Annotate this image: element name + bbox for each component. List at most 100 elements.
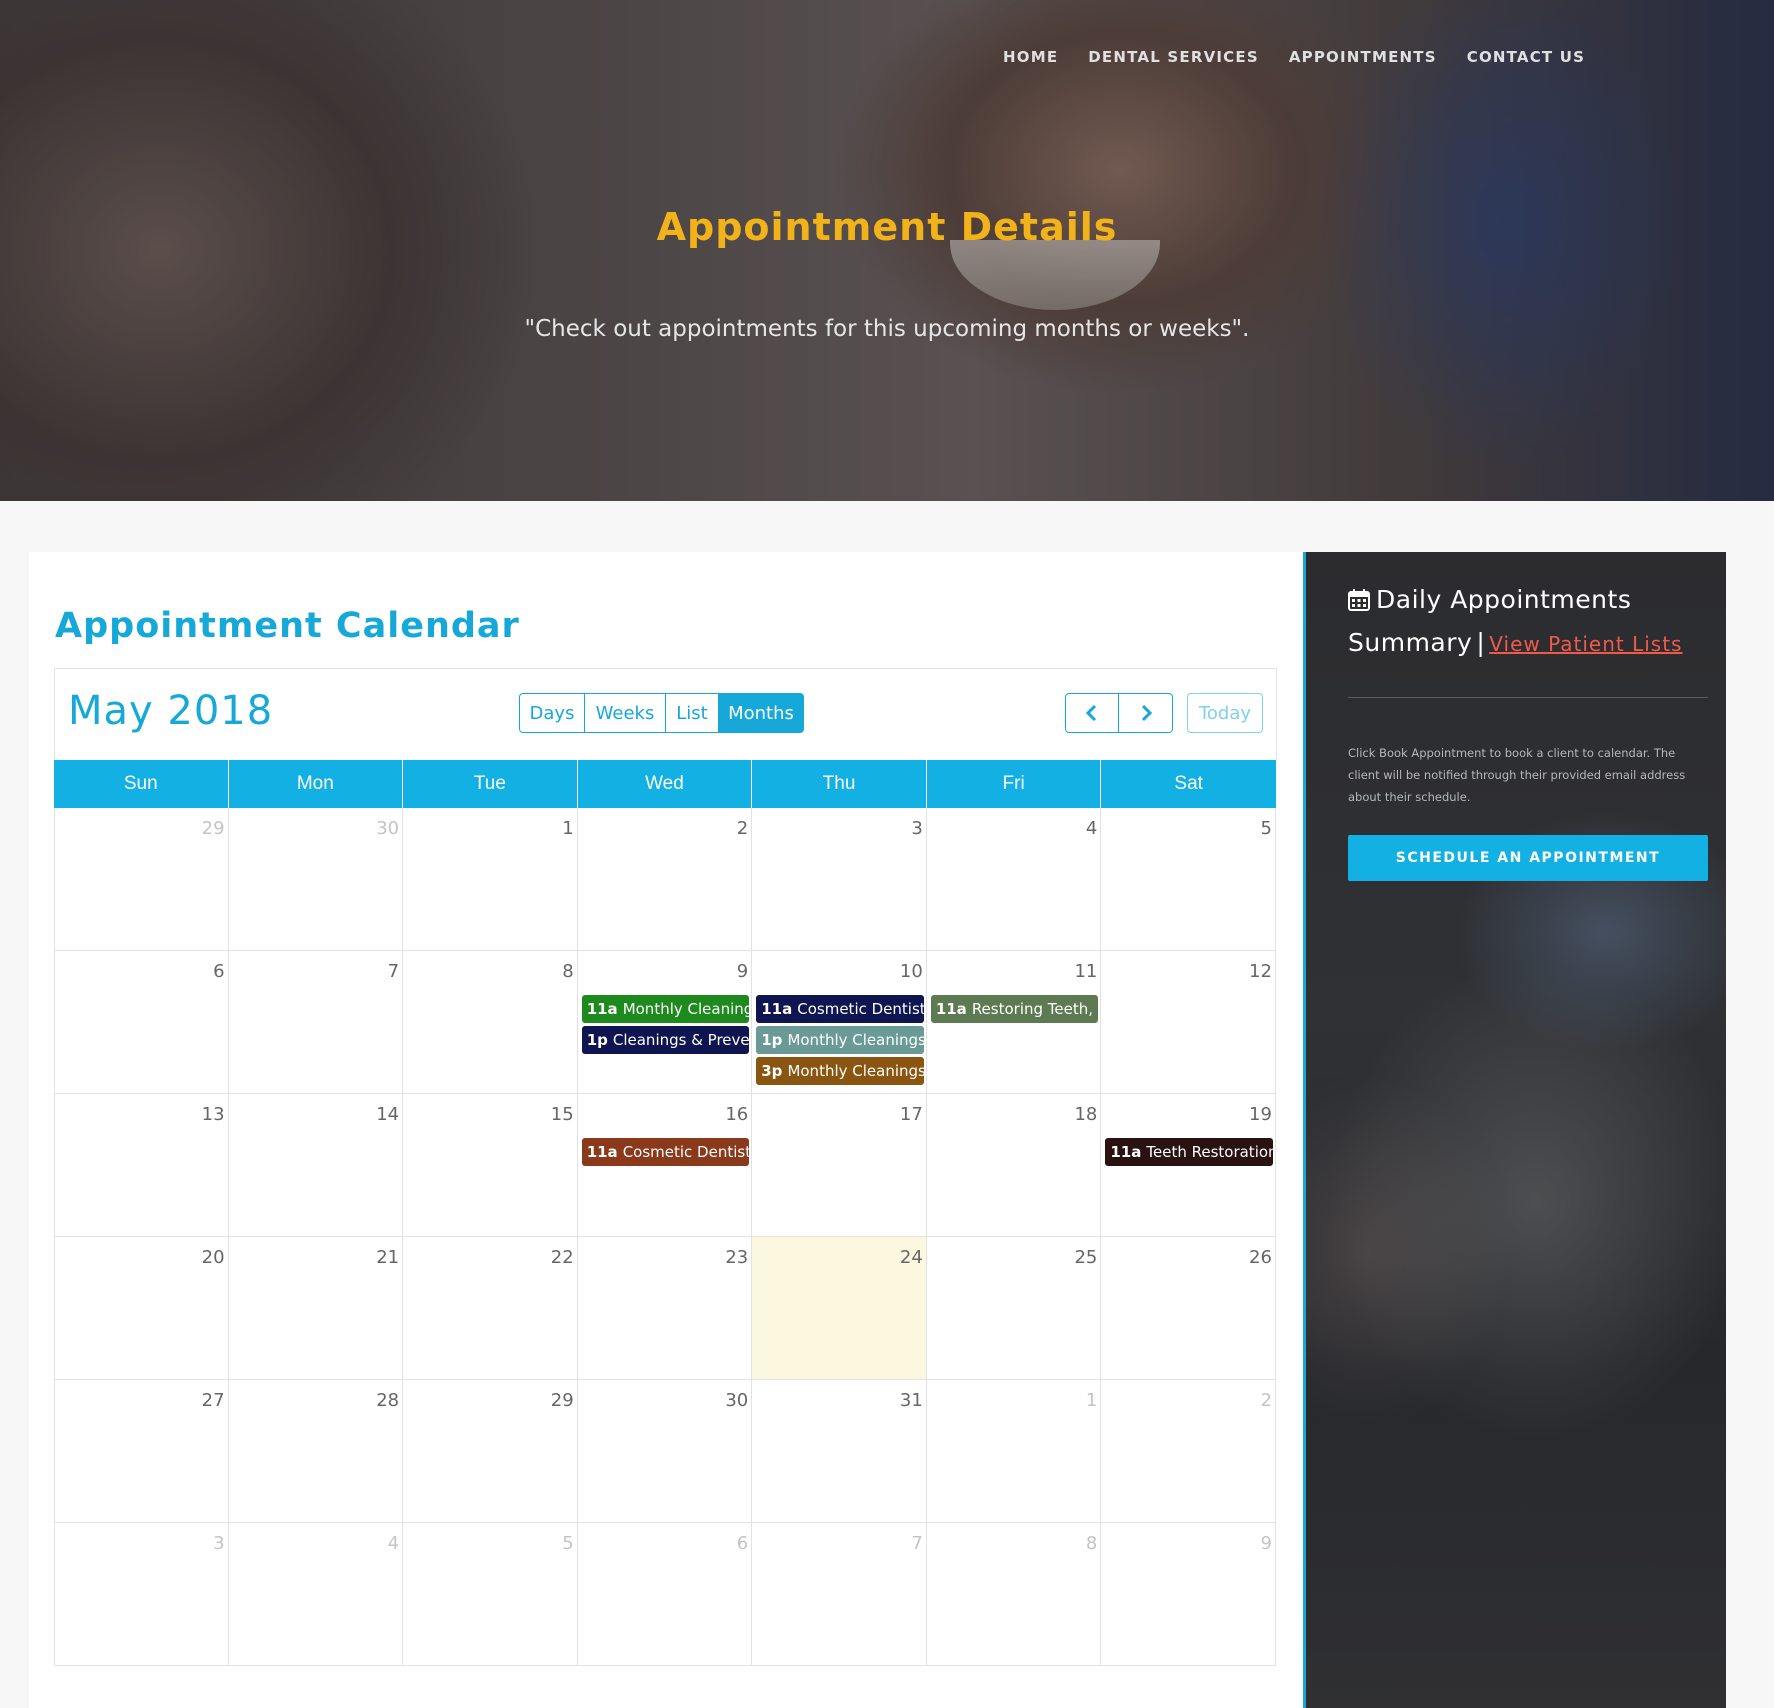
day-cell[interactable]: 26 xyxy=(1101,1237,1276,1379)
prev-month-button[interactable] xyxy=(1065,693,1119,733)
day-cell[interactable]: 7 xyxy=(229,951,404,1093)
next-month-button[interactable] xyxy=(1119,693,1173,733)
day-cell[interactable]: 19 11a Teeth Restoration xyxy=(1101,1094,1276,1236)
day-cell[interactable]: 9 11a Monthly Cleanings 1p Cleanings & Preve… xyxy=(578,951,753,1093)
nav-appointments[interactable]: APPOINTMENTS xyxy=(1289,48,1437,66)
day-cell[interactable]: 4 xyxy=(927,808,1102,950)
day-cell[interactable]: 7 xyxy=(752,1523,927,1665)
day-cell[interactable]: 11 11aRestoring Teeth, Crowns xyxy=(927,951,1102,1093)
day-number: 6 xyxy=(213,961,225,982)
month-grid: Sun Mon Tue Wed Thu Fri Sat 29 30 1 2 3 4 5 6 7 8 9 11a Mo… xyxy=(54,760,1276,1666)
day-cell[interactable]: 29 xyxy=(403,1380,578,1522)
nav-dental-services[interactable]: DENTAL SERVICES xyxy=(1088,48,1259,66)
day-number: 8 xyxy=(562,961,574,982)
day-number: 30 xyxy=(376,818,400,839)
day-cell[interactable]: 17 xyxy=(752,1094,927,1236)
day-cell[interactable]: 15 xyxy=(403,1094,578,1236)
day-cell[interactable]: 12 xyxy=(1101,951,1276,1093)
schedule-appointment-button[interactable]: SCHEDULE AN APPOINTMENT xyxy=(1348,835,1708,881)
day-cell[interactable]: 10 11aCosmetic Dentistry 1pMonthly Cleanin… xyxy=(752,951,927,1093)
day-cell[interactable]: 27 xyxy=(54,1380,229,1522)
day-number: 12 xyxy=(1249,961,1272,982)
calendar-event[interactable]: 11a Monthly Cleanings xyxy=(581,995,750,1023)
day-cell[interactable]: 2 xyxy=(1101,1380,1276,1522)
chevron-left-icon xyxy=(1085,704,1097,722)
day-cell[interactable]: 18 xyxy=(927,1094,1102,1236)
day-cell[interactable]: 25 xyxy=(927,1237,1102,1379)
day-cell[interactable]: 5 xyxy=(1101,808,1276,950)
day-cell[interactable]: 13 xyxy=(54,1094,229,1236)
weekday-fri: Fri xyxy=(927,760,1102,808)
day-cell[interactable]: 20 xyxy=(54,1237,229,1379)
chevron-right-icon xyxy=(1141,704,1152,722)
day-number: 9 xyxy=(736,961,749,982)
day-cell[interactable]: 30 xyxy=(578,1380,753,1522)
event-title: Cleanings & Prevention xyxy=(612,1031,750,1049)
day-number: 3 xyxy=(911,818,923,839)
sidebar-title: Daily Appointments Summary | View Patient … xyxy=(1348,580,1708,664)
day-cell[interactable]: 2 xyxy=(578,808,753,950)
day-cell[interactable]: 30 xyxy=(229,808,404,950)
week-row: 6 7 8 9 11a Monthly Cleanings 1p Cleanings & Pr… xyxy=(54,951,1276,1094)
day-cell[interactable]: 14 xyxy=(229,1094,404,1236)
view-patient-lists-link[interactable]: View Patient Lists xyxy=(1489,632,1682,656)
day-cell[interactable]: 23 xyxy=(578,1237,753,1379)
day-number: 7 xyxy=(911,1533,923,1554)
day-cell[interactable]: 22 xyxy=(403,1237,578,1379)
day-number: 11 xyxy=(1074,961,1098,982)
main-nav: HOME DENTAL SERVICES APPOINTMENTS CONTAC… xyxy=(1003,48,1615,66)
day-cell[interactable]: 31 xyxy=(752,1380,927,1522)
weekday-sun: Sun xyxy=(54,760,229,808)
view-list-button[interactable]: List xyxy=(666,693,719,733)
calendar-event[interactable]: 11aCosmetic Dentistry xyxy=(581,1138,750,1166)
day-number: 26 xyxy=(1249,1247,1272,1268)
view-switcher: Days Weeks List Months xyxy=(519,693,804,733)
day-cell[interactable]: 9 xyxy=(1101,1523,1276,1665)
day-number: 14 xyxy=(376,1104,400,1125)
calendar-event[interactable]: 11aRestoring Teeth, Crowns xyxy=(930,995,1099,1023)
day-number: 25 xyxy=(1074,1247,1098,1268)
day-cell[interactable]: 5 xyxy=(403,1523,578,1665)
nav-home[interactable]: HOME xyxy=(1003,48,1058,66)
day-events: 11aMonthly Cleanings 1pCleanings & Preven… xyxy=(581,995,750,1057)
today-button[interactable]: Today xyxy=(1187,693,1263,733)
calendar-event[interactable]: 1pMonthly Cleanings & Prevention xyxy=(756,1026,924,1054)
week-row: 13 1415 16 11aCosmetic Dentistry17181911aTe… xyxy=(54,1094,1276,1237)
day-number: 27 xyxy=(201,1390,225,1411)
day-cell[interactable]: 8 xyxy=(403,951,578,1093)
day-cell[interactable]: 16 11aCosmetic Dentistry xyxy=(578,1094,753,1236)
event-title: Monthly Cleanings & Prevention xyxy=(787,1062,924,1080)
day-cell[interactable]: 6 xyxy=(578,1523,753,1665)
calendar-heading: Appointment Calendar xyxy=(55,606,520,646)
day-cell[interactable]: 28 xyxy=(229,1380,404,1522)
day-cell[interactable]: 1 xyxy=(927,1380,1102,1522)
day-number: 2 xyxy=(736,818,749,839)
page-title: Appointment Details xyxy=(656,205,1118,249)
day-cell[interactable]: 8 xyxy=(927,1523,1102,1665)
week-row: 3 4 5 6 7 8 9 xyxy=(54,1523,1276,1666)
calendar-event[interactable]: 1pCleanings & Prevention xyxy=(581,1026,750,1054)
day-cell[interactable]: 3 xyxy=(54,1523,229,1665)
calendar-event[interactable]: 11aCosmetic Dentistry xyxy=(756,995,924,1023)
event-time: 3p xyxy=(761,1062,783,1080)
day-cell[interactable]: 3 xyxy=(752,808,927,950)
day-cell[interactable]: 29 xyxy=(54,808,229,950)
sidebar-title-line1: Daily Appointments xyxy=(1376,585,1632,614)
day-number: 21 xyxy=(376,1247,400,1268)
event-time: 1p xyxy=(586,1031,608,1049)
day-cell[interactable]: 1 xyxy=(403,808,578,950)
hero-banner xyxy=(0,0,1774,501)
day-cell[interactable]: 21 xyxy=(229,1237,404,1379)
view-days-button[interactable]: Days xyxy=(519,693,585,733)
calendar-event[interactable]: 11a Teeth Restoration xyxy=(1105,1138,1273,1166)
calendar-event[interactable]: 3pMonthly Cleanings & Prevention xyxy=(756,1057,924,1085)
daily-summary-sidebar: Daily Appointments Summary | View Patient … xyxy=(1303,552,1726,1708)
day-cell-today[interactable]: 24 xyxy=(752,1237,927,1379)
day-cell[interactable]: 4 xyxy=(229,1523,404,1665)
nav-contact-us[interactable]: CONTACT US xyxy=(1467,48,1585,66)
day-cell[interactable]: 6 xyxy=(54,951,229,1093)
day-number: 16 xyxy=(725,1104,749,1125)
view-weeks-button[interactable]: Weeks xyxy=(585,693,666,733)
view-months-button[interactable]: Months xyxy=(719,693,804,733)
event-title: Cosmetic Dentistry xyxy=(797,1000,924,1018)
